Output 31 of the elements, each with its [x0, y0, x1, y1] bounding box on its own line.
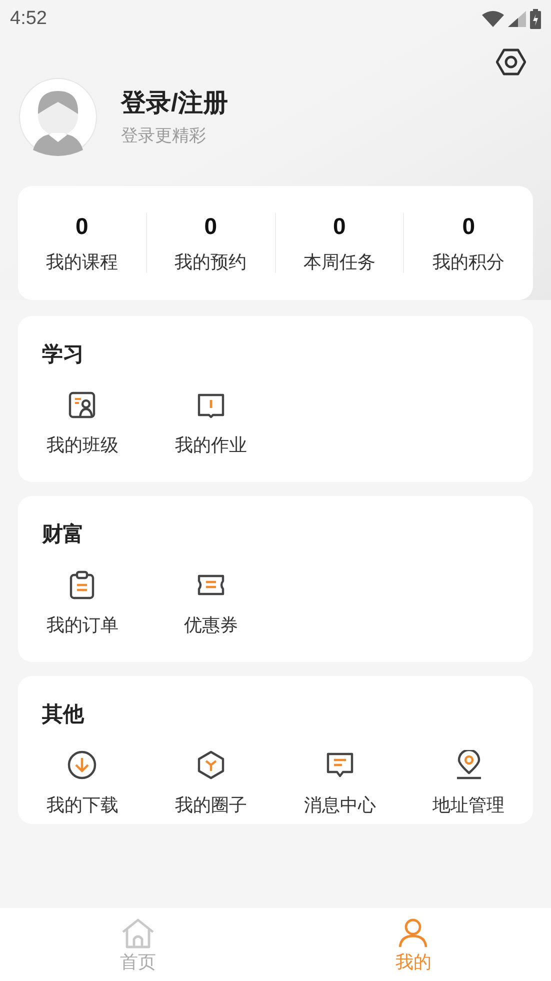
login-title[interactable]: 登录/注册: [121, 87, 228, 119]
menu-item[interactable]: 优惠券: [184, 614, 238, 636]
section-title: 其他: [42, 702, 84, 728]
battery-icon: [530, 9, 541, 29]
home-icon: [120, 916, 156, 948]
section-title: 学习: [42, 342, 84, 368]
hexagon-icon[interactable]: [196, 750, 226, 780]
menu-item[interactable]: 我的订单: [46, 614, 118, 636]
wifi-icon: [482, 11, 504, 27]
menu-item[interactable]: 地址管理: [432, 794, 505, 816]
stat-label[interactable]: 本周任务: [303, 251, 376, 273]
menu-item[interactable]: 我的下载: [46, 794, 118, 816]
class-icon[interactable]: [67, 390, 98, 420]
login-subtitle: 登录更精彩: [121, 125, 207, 147]
menu-item[interactable]: 消息中心: [304, 794, 376, 816]
signal-icon: [508, 11, 526, 27]
stat-value: 0: [204, 213, 218, 239]
message-icon[interactable]: [324, 750, 355, 780]
stat-label[interactable]: 我的预约: [174, 251, 247, 273]
stat-label[interactable]: 我的积分: [432, 251, 505, 273]
status-time: 4:52: [10, 6, 47, 31]
menu-item[interactable]: 我的圈子: [175, 794, 248, 816]
settings-icon[interactable]: [496, 48, 526, 76]
menu-item[interactable]: 我的班级: [46, 434, 118, 456]
menu-item[interactable]: 我的作业: [175, 434, 248, 456]
stat-value: 0: [332, 213, 346, 239]
stat-value: 0: [462, 213, 476, 239]
download-icon[interactable]: [67, 750, 98, 780]
stat-label[interactable]: 我的课程: [46, 251, 118, 273]
stat-value: 0: [75, 213, 88, 239]
section-title: 财富: [42, 522, 84, 548]
